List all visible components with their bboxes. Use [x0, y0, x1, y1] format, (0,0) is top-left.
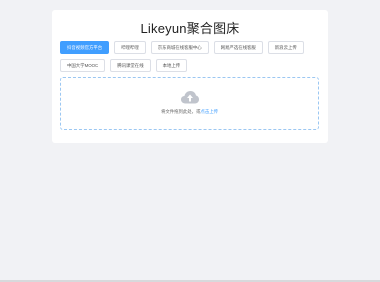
tab-bilibili[interactable]: 哔哩哔哩	[114, 41, 146, 54]
image-host-tabs: 抖音视频官方平台 哔哩哔哩 京东商城在线客服中心 网易严选在线客服 新浪云上传 …	[60, 41, 322, 77]
tab-sina[interactable]: 新浪云上传	[267, 41, 304, 54]
tab-mooc[interactable]: 中国大学MOOC	[60, 59, 106, 72]
upload-dropzone[interactable]: 将文件拖到此处，或点击上传	[60, 77, 319, 130]
cloud-upload-icon	[181, 91, 199, 104]
tab-local-upload[interactable]: 本地上传	[155, 59, 188, 72]
tab-netease[interactable]: 网易严选在线客服	[213, 41, 263, 54]
tab-row-1: 抖音视频官方平台 哔哩哔哩 京东商城在线客服中心 网易严选在线客服 新浪云上传	[60, 41, 322, 54]
click-upload-link[interactable]: 点击上传	[200, 109, 218, 114]
upload-hint-text: 将文件拖到此处，或	[160, 109, 201, 114]
tab-tencent[interactable]: 腾讯课堂在线	[110, 59, 151, 72]
main-card: Likeyun聚合图床 抖音视频官方平台 哔哩哔哩 京东商城在线客服中心 网易严…	[52, 10, 328, 143]
tab-row-2: 中国大学MOOC 腾讯课堂在线 本地上传	[60, 59, 322, 72]
page-title: Likeyun聚合图床	[140, 21, 240, 36]
tab-jd[interactable]: 京东商城在线客服中心	[150, 41, 209, 54]
tab-douyin[interactable]: 抖音视频官方平台	[60, 41, 110, 54]
upload-hint: 将文件拖到此处，或点击上传	[61, 109, 318, 115]
